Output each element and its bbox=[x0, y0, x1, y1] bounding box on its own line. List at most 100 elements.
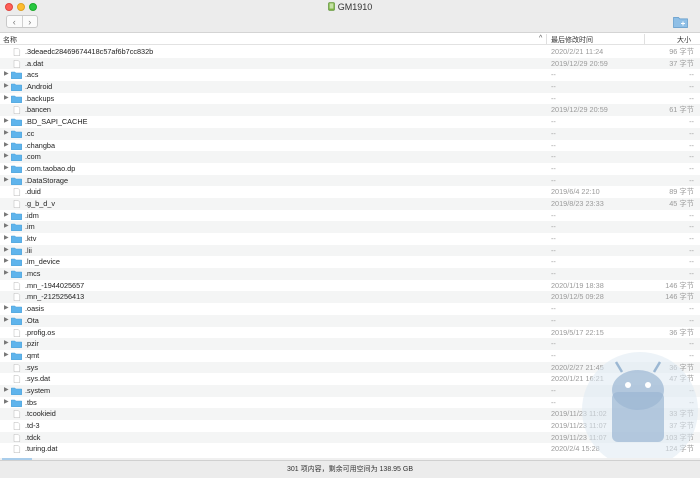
disclosure-triangle-icon[interactable]: ▶ bbox=[4, 221, 9, 233]
file-row[interactable]: .a.dat 2019/12/29 20:59 37 字节 bbox=[0, 57, 700, 70]
forward-button[interactable]: › bbox=[21, 16, 38, 27]
disclosure-triangle-icon[interactable]: ▶ bbox=[4, 128, 9, 140]
item-modified-date: 2019/12/5 09:28 bbox=[551, 292, 604, 302]
file-row[interactable]: .sys 2020/2/27 21:45 36 字节 bbox=[0, 361, 700, 374]
folder-row[interactable]: ▶ .idm -- -- bbox=[0, 210, 700, 222]
disclosure-triangle-icon[interactable]: ▶ bbox=[4, 93, 9, 105]
folder-row[interactable]: ▶ .tbs -- -- bbox=[0, 397, 700, 409]
navigation-buttons: ‹ › bbox=[6, 15, 38, 28]
file-row[interactable]: .tcookieid 2019/11/23 11:02 33 字节 bbox=[0, 408, 700, 420]
folder-row[interactable]: ▶ .Android -- -- bbox=[0, 81, 700, 93]
disclosure-triangle-icon[interactable]: ▶ bbox=[4, 81, 9, 93]
folder-icon bbox=[11, 95, 22, 103]
item-size: -- bbox=[689, 82, 694, 92]
file-row[interactable]: .duid 2019/6/4 22:10 89 字节 bbox=[0, 186, 700, 198]
file-row[interactable]: .mn_-1944025657 2020/1/19 18:38 146 字节 bbox=[0, 280, 700, 292]
document-icon bbox=[11, 433, 22, 442]
item-modified-date: -- bbox=[551, 163, 556, 173]
folder-row[interactable]: ▶ .com -- -- bbox=[0, 151, 700, 163]
file-row[interactable]: .tdck 2019/11/23 11:07 103 字节 bbox=[0, 431, 700, 444]
folder-row[interactable]: ▶ .com.taobao.dp -- -- bbox=[0, 163, 700, 175]
column-divider[interactable] bbox=[644, 34, 645, 44]
item-modified-date: 2020/2/21 11:24 bbox=[551, 47, 604, 56]
file-row[interactable]: .bancen 2019/12/29 20:59 61 字节 bbox=[0, 104, 700, 117]
column-divider[interactable] bbox=[546, 34, 547, 44]
folder-row[interactable]: ▶ .BD_SAPI_CACHE -- -- bbox=[0, 116, 700, 128]
disclosure-triangle-icon[interactable]: ▶ bbox=[4, 268, 9, 280]
item-size: -- bbox=[689, 152, 694, 162]
disclosure-triangle-icon[interactable]: ▶ bbox=[4, 315, 9, 327]
item-modified-date: 2020/2/27 21:45 bbox=[551, 362, 604, 372]
item-name: .changba bbox=[25, 140, 56, 150]
disclosure-triangle-icon[interactable]: ▶ bbox=[4, 397, 9, 409]
folder-icon bbox=[11, 83, 22, 92]
disclosure-triangle-icon[interactable]: ▶ bbox=[4, 151, 9, 163]
folder-row[interactable]: ▶ .lii -- -- bbox=[0, 244, 700, 257]
folder-row[interactable]: ▶ .oasis -- -- bbox=[0, 303, 700, 315]
item-size: -- bbox=[689, 163, 694, 173]
file-row[interactable]: .sys.dat 2020/1/21 16:21 47 字节 bbox=[0, 373, 700, 385]
file-row[interactable]: .mn_-2125256413 2019/12/5 09:28 146 字节 bbox=[0, 291, 700, 304]
folder-row[interactable]: ▶ .cc -- -- bbox=[0, 127, 700, 140]
folder-row[interactable]: ▶ .backups -- -- bbox=[0, 93, 700, 105]
folder-row[interactable]: ▶ .Ota -- -- bbox=[0, 314, 700, 327]
disclosure-triangle-icon[interactable]: ▶ bbox=[4, 385, 9, 397]
status-bar: 301 项内容，剩余可用空间为 138.95 GB bbox=[0, 460, 700, 478]
disclosure-triangle-icon[interactable]: ▶ bbox=[4, 350, 9, 362]
item-name: .com.taobao.dp bbox=[25, 163, 76, 173]
disclosure-triangle-icon[interactable]: ▶ bbox=[4, 116, 9, 128]
item-modified-date: -- bbox=[551, 82, 556, 92]
document-icon bbox=[11, 199, 22, 208]
item-size: -- bbox=[689, 350, 694, 360]
disclosure-triangle-icon[interactable]: ▶ bbox=[4, 210, 9, 222]
file-row[interactable]: .turing.dat 2020/2/4 15:28 124 字节 bbox=[0, 443, 700, 455]
item-modified-date: -- bbox=[551, 70, 556, 80]
item-name: .tbs bbox=[25, 397, 37, 407]
item-name: .Android bbox=[25, 82, 53, 92]
disclosure-triangle-icon[interactable]: ▶ bbox=[4, 163, 9, 175]
folder-row[interactable]: ▶ .lm_device -- -- bbox=[0, 256, 700, 268]
item-name: .3deaedc28469674418c57af6b7cc832b bbox=[25, 47, 154, 56]
item-size: -- bbox=[689, 175, 694, 185]
file-row[interactable]: .td-3 2019/11/23 11:07 37 字节 bbox=[0, 420, 700, 432]
document-icon bbox=[11, 328, 22, 337]
file-row[interactable]: .g_b_d_v 2019/8/23 23:33 45 字节 bbox=[0, 197, 700, 210]
disclosure-triangle-icon[interactable]: ▶ bbox=[4, 233, 9, 245]
item-name: .tcookieid bbox=[25, 409, 56, 419]
folder-row[interactable]: ▶ .pzir -- -- bbox=[0, 338, 700, 350]
item-name: .turing.dat bbox=[25, 444, 58, 454]
item-name: .oasis bbox=[25, 304, 45, 314]
item-size: -- bbox=[689, 304, 694, 314]
disclosure-triangle-icon[interactable]: ▶ bbox=[4, 69, 9, 81]
disclosure-triangle-icon[interactable]: ▶ bbox=[4, 175, 9, 187]
folder-row[interactable]: ▶ .mcs -- -- bbox=[0, 268, 700, 280]
folder-row[interactable]: ▶ .acs -- -- bbox=[0, 69, 700, 81]
new-folder-icon[interactable] bbox=[673, 15, 688, 28]
item-modified-date: 2019/11/23 11:07 bbox=[551, 421, 607, 430]
column-name-header[interactable]: 名称 bbox=[3, 35, 17, 45]
folder-row[interactable]: ▶ .qmt -- -- bbox=[0, 350, 700, 362]
folder-row[interactable]: ▶ .changba -- -- bbox=[0, 140, 700, 152]
back-button[interactable]: ‹ bbox=[7, 16, 22, 27]
folder-row[interactable]: ▶ .ktv -- -- bbox=[0, 233, 700, 245]
file-row[interactable]: .3deaedc28469674418c57af6b7cc832b 2020/2/… bbox=[0, 46, 700, 58]
folder-row[interactable]: ▶ .im -- -- bbox=[0, 221, 700, 233]
item-name: .mn_-1944025657 bbox=[25, 280, 85, 290]
item-size: 146 字节 bbox=[665, 280, 694, 290]
disclosure-triangle-icon[interactable]: ▶ bbox=[4, 338, 9, 350]
column-modified-header[interactable]: 最后修改时间 bbox=[551, 35, 593, 45]
disclosure-triangle-icon[interactable]: ▶ bbox=[4, 245, 9, 257]
file-row[interactable]: .profig.os 2019/5/17 22:15 36 字节 bbox=[0, 327, 700, 339]
item-size: -- bbox=[689, 269, 694, 279]
document-icon bbox=[11, 59, 22, 68]
folder-row[interactable]: ▶ .system -- -- bbox=[0, 384, 700, 397]
disclosure-triangle-icon[interactable]: ▶ bbox=[4, 303, 9, 315]
folder-row[interactable]: ▶ .DataStorage -- -- bbox=[0, 174, 700, 187]
folder-icon bbox=[11, 177, 22, 185]
disclosure-triangle-icon[interactable]: ▶ bbox=[4, 140, 9, 152]
item-modified-date: 2019/11/23 11:07 bbox=[551, 432, 607, 442]
disclosure-triangle-icon[interactable]: ▶ bbox=[4, 256, 9, 268]
item-size: -- bbox=[689, 257, 694, 267]
column-size-header[interactable]: 大小 bbox=[677, 35, 691, 45]
folder-icon bbox=[11, 352, 22, 360]
